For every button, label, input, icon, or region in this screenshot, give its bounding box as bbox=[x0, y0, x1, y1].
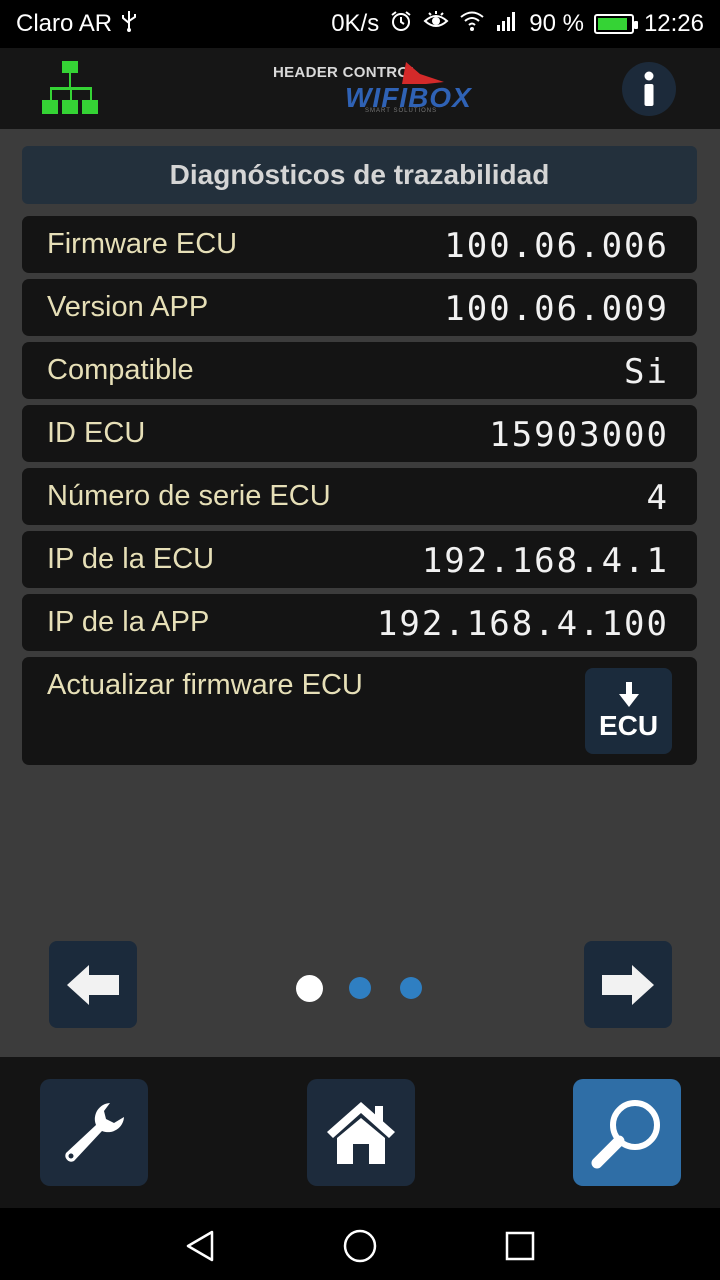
row-value: 100.06.006 bbox=[444, 226, 669, 266]
row-label: Compatible bbox=[47, 354, 194, 386]
update-ecu-button[interactable]: ECU bbox=[585, 668, 672, 754]
recents-square-icon bbox=[505, 1231, 535, 1261]
app-header: HEADER CONTROL WIFIBOX SMART SOLUTIONS bbox=[0, 48, 720, 129]
row-version-app: Version APP 100.06.009 bbox=[22, 279, 697, 336]
row-value: 192.168.4.100 bbox=[376, 604, 669, 644]
row-label: Número de serie ECU bbox=[47, 480, 331, 512]
search-tool-button[interactable] bbox=[573, 1079, 681, 1186]
row-label: IP de la APP bbox=[47, 606, 210, 638]
row-update-firmware: Actualizar firmware ECU ECU bbox=[22, 657, 697, 765]
update-ecu-button-label: ECU bbox=[598, 710, 659, 741]
update-firmware-label: Actualizar firmware ECU bbox=[47, 669, 363, 701]
previous-page-button[interactable] bbox=[49, 941, 137, 1028]
next-page-button[interactable] bbox=[584, 941, 672, 1028]
wifibox-logo: HEADER CONTROL WIFIBOX SMART SOLUTIONS bbox=[270, 60, 471, 120]
arrow-left-icon bbox=[67, 964, 119, 1005]
info-icon bbox=[644, 71, 654, 106]
network-speed: 0K/s bbox=[331, 10, 380, 37]
recents-nav-button[interactable] bbox=[500, 1226, 540, 1266]
row-serial-ecu: Número de serie ECU 4 bbox=[22, 468, 697, 525]
system-navigation-bar bbox=[0, 1208, 720, 1280]
row-label: Version APP bbox=[47, 291, 209, 323]
cell-signal-icon bbox=[495, 9, 519, 40]
arrow-right-icon bbox=[602, 964, 654, 1005]
home-nav-button[interactable] bbox=[340, 1226, 380, 1266]
alarm-icon bbox=[389, 9, 413, 40]
logo-header-control: HEADER CONTROL bbox=[273, 64, 419, 81]
row-firmware-ecu: Firmware ECU 100.06.006 bbox=[22, 216, 697, 273]
battery-icon bbox=[593, 14, 638, 34]
row-value: Si bbox=[624, 352, 669, 392]
magnifier-icon bbox=[591, 1099, 660, 1168]
wrench-icon bbox=[65, 1102, 124, 1162]
row-ip-app: IP de la APP 192.168.4.100 bbox=[22, 594, 697, 651]
bottom-toolbar bbox=[0, 1057, 720, 1208]
status-bar: Claro AR 0K/s 90 % 12:26 bbox=[0, 0, 720, 48]
row-value: 100.06.009 bbox=[444, 289, 669, 329]
carrier-name: Claro AR bbox=[16, 10, 113, 37]
back-triangle-icon bbox=[186, 1230, 214, 1262]
download-arrow-icon bbox=[618, 682, 639, 707]
row-value: 192.168.4.1 bbox=[421, 541, 669, 581]
network-tree-icon[interactable] bbox=[40, 60, 100, 123]
logo-tagline: SMART SOLUTIONS bbox=[365, 108, 438, 114]
back-nav-button[interactable] bbox=[180, 1226, 220, 1266]
row-ip-ecu: IP de la ECU 192.168.4.1 bbox=[22, 531, 697, 588]
usb-icon bbox=[120, 9, 138, 40]
wifi-icon bbox=[459, 9, 485, 40]
battery-percent: 90 % bbox=[529, 10, 584, 37]
home-tool-button[interactable] bbox=[307, 1079, 415, 1186]
row-value: 15903000 bbox=[489, 415, 669, 455]
page-indicator-dot-2[interactable] bbox=[349, 977, 371, 999]
row-id-ecu: ID ECU 15903000 bbox=[22, 405, 697, 462]
home-icon bbox=[327, 1101, 395, 1164]
page-indicator-dot-3[interactable] bbox=[400, 977, 422, 999]
clock: 12:26 bbox=[643, 10, 704, 37]
row-label: IP de la ECU bbox=[47, 543, 215, 575]
row-compatible: Compatible Si bbox=[22, 342, 697, 399]
settings-tool-button[interactable] bbox=[40, 1079, 148, 1186]
row-value: 4 bbox=[646, 478, 669, 518]
row-label: ID ECU bbox=[47, 417, 146, 449]
info-button[interactable] bbox=[622, 62, 676, 116]
section-title: Diagnósticos de trazabilidad bbox=[22, 146, 697, 204]
row-label: Firmware ECU bbox=[47, 228, 238, 260]
page-indicator-dot-1[interactable] bbox=[296, 975, 323, 1002]
home-circle-icon bbox=[343, 1229, 377, 1263]
eye-icon bbox=[423, 9, 449, 40]
